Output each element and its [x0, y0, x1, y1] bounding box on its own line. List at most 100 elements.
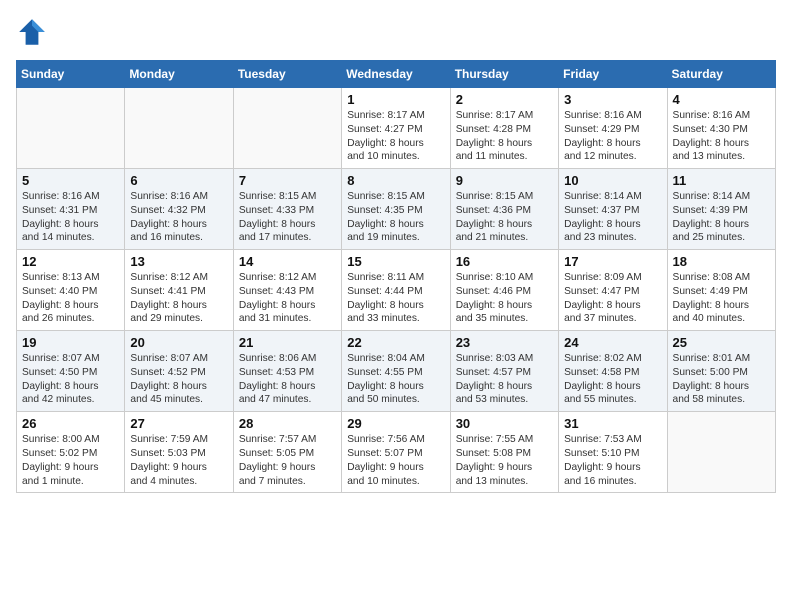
day-detail: Sunrise: 8:16 AM Sunset: 4:31 PM Dayligh… [22, 190, 119, 245]
day-detail: Sunrise: 8:17 AM Sunset: 4:28 PM Dayligh… [456, 109, 553, 164]
day-number: 4 [673, 92, 770, 107]
day-number: 5 [22, 173, 119, 188]
calendar-cell: 30Sunrise: 7:55 AM Sunset: 5:08 PM Dayli… [450, 412, 558, 493]
day-number: 28 [239, 416, 336, 431]
calendar-cell: 26 Sunrise: 8:00 AM Sunset: 5:02 PM Dayli… [17, 412, 125, 493]
calendar-cell: 8 Sunrise: 8:15 AM Sunset: 4:35 PM Daylig… [342, 169, 450, 250]
calendar-week-3: 12Sunrise: 8:13 AM Sunset: 4:40 PM Dayli… [17, 250, 776, 331]
calendar-cell: 19 Sunrise: 8:07 AM Sunset: 4:50 PM Dayli… [17, 331, 125, 412]
calendar-cell: 29 Sunrise: 7:56 AM Sunset: 5:07 PM Dayli… [342, 412, 450, 493]
day-detail: Sunrise: 8:15 AM Sunset: 4:35 PM Dayligh… [347, 190, 444, 245]
day-number: 22 [347, 335, 444, 350]
day-number: 25 [673, 335, 770, 350]
day-number: 19 [22, 335, 119, 350]
logo-icon [16, 16, 48, 48]
calendar-cell: 15Sunrise: 8:11 AM Sunset: 4:44 PM Dayli… [342, 250, 450, 331]
day-number: 6 [130, 173, 227, 188]
calendar-cell: 6 Sunrise: 8:16 AM Sunset: 4:32 PM Daylig… [125, 169, 233, 250]
page-header [16, 16, 776, 48]
day-number: 1 [347, 92, 444, 107]
day-detail: Sunrise: 8:06 AM Sunset: 4:53 PM Dayligh… [239, 352, 336, 407]
calendar-cell: 5 Sunrise: 8:16 AM Sunset: 4:31 PM Daylig… [17, 169, 125, 250]
weekday-header-thursday: Thursday [450, 61, 558, 88]
day-detail: Sunrise: 8:02 AM Sunset: 4:58 PM Dayligh… [564, 352, 661, 407]
day-number: 14 [239, 254, 336, 269]
day-number: 17 [564, 254, 661, 269]
day-detail: Sunrise: 8:12 AM Sunset: 4:43 PM Dayligh… [239, 271, 336, 326]
day-detail: Sunrise: 8:13 AM Sunset: 4:40 PM Dayligh… [22, 271, 119, 326]
day-number: 21 [239, 335, 336, 350]
day-detail: Sunrise: 8:00 AM Sunset: 5:02 PM Dayligh… [22, 433, 119, 488]
day-detail: Sunrise: 8:16 AM Sunset: 4:32 PM Dayligh… [130, 190, 227, 245]
calendar-cell: 12Sunrise: 8:13 AM Sunset: 4:40 PM Dayli… [17, 250, 125, 331]
day-detail: Sunrise: 7:55 AM Sunset: 5:08 PM Dayligh… [456, 433, 553, 488]
calendar-cell: 11 Sunrise: 8:14 AM Sunset: 4:39 PM Dayli… [667, 169, 775, 250]
calendar-week-1: 1Sunrise: 8:17 AM Sunset: 4:27 PM Daylig… [17, 88, 776, 169]
day-detail: Sunrise: 8:14 AM Sunset: 4:39 PM Dayligh… [673, 190, 770, 245]
weekday-header-tuesday: Tuesday [233, 61, 341, 88]
calendar-table: SundayMondayTuesdayWednesdayThursdayFrid… [16, 60, 776, 493]
day-detail: Sunrise: 8:09 AM Sunset: 4:47 PM Dayligh… [564, 271, 661, 326]
weekday-header-saturday: Saturday [667, 61, 775, 88]
calendar-cell: 10 Sunrise: 8:14 AM Sunset: 4:37 PM Dayli… [559, 169, 667, 250]
logo [16, 16, 52, 48]
calendar-cell: 23Sunrise: 8:03 AM Sunset: 4:57 PM Dayli… [450, 331, 558, 412]
calendar-cell: 9 Sunrise: 8:15 AM Sunset: 4:36 PM Daylig… [450, 169, 558, 250]
day-detail: Sunrise: 7:53 AM Sunset: 5:10 PM Dayligh… [564, 433, 661, 488]
weekday-header-wednesday: Wednesday [342, 61, 450, 88]
calendar-cell: 2 Sunrise: 8:17 AM Sunset: 4:28 PM Daylig… [450, 88, 558, 169]
day-number: 26 [22, 416, 119, 431]
calendar-cell: 17 Sunrise: 8:09 AM Sunset: 4:47 PM Dayli… [559, 250, 667, 331]
day-number: 13 [130, 254, 227, 269]
day-detail: Sunrise: 7:57 AM Sunset: 5:05 PM Dayligh… [239, 433, 336, 488]
calendar-cell: 16 Sunrise: 8:10 AM Sunset: 4:46 PM Dayli… [450, 250, 558, 331]
day-detail: Sunrise: 8:12 AM Sunset: 4:41 PM Dayligh… [130, 271, 227, 326]
day-detail: Sunrise: 8:15 AM Sunset: 4:36 PM Dayligh… [456, 190, 553, 245]
calendar-week-2: 5 Sunrise: 8:16 AM Sunset: 4:31 PM Daylig… [17, 169, 776, 250]
day-number: 8 [347, 173, 444, 188]
calendar-cell [125, 88, 233, 169]
day-number: 16 [456, 254, 553, 269]
day-detail: Sunrise: 8:07 AM Sunset: 4:50 PM Dayligh… [22, 352, 119, 407]
calendar-cell [233, 88, 341, 169]
day-number: 3 [564, 92, 661, 107]
day-detail: Sunrise: 8:10 AM Sunset: 4:46 PM Dayligh… [456, 271, 553, 326]
calendar-cell: 7 Sunrise: 8:15 AM Sunset: 4:33 PM Daylig… [233, 169, 341, 250]
day-number: 9 [456, 173, 553, 188]
day-number: 10 [564, 173, 661, 188]
day-detail: Sunrise: 8:15 AM Sunset: 4:33 PM Dayligh… [239, 190, 336, 245]
day-detail: Sunrise: 7:56 AM Sunset: 5:07 PM Dayligh… [347, 433, 444, 488]
day-detail: Sunrise: 8:04 AM Sunset: 4:55 PM Dayligh… [347, 352, 444, 407]
calendar-week-5: 26 Sunrise: 8:00 AM Sunset: 5:02 PM Dayli… [17, 412, 776, 493]
calendar-cell: 4Sunrise: 8:16 AM Sunset: 4:30 PM Daylig… [667, 88, 775, 169]
calendar-cell: 24 Sunrise: 8:02 AM Sunset: 4:58 PM Dayli… [559, 331, 667, 412]
day-detail: Sunrise: 7:59 AM Sunset: 5:03 PM Dayligh… [130, 433, 227, 488]
day-number: 15 [347, 254, 444, 269]
weekday-header-sunday: Sunday [17, 61, 125, 88]
calendar-cell: 20Sunrise: 8:07 AM Sunset: 4:52 PM Dayli… [125, 331, 233, 412]
day-detail: Sunrise: 8:08 AM Sunset: 4:49 PM Dayligh… [673, 271, 770, 326]
calendar-cell: 22 Sunrise: 8:04 AM Sunset: 4:55 PM Dayli… [342, 331, 450, 412]
day-number: 29 [347, 416, 444, 431]
day-number: 20 [130, 335, 227, 350]
weekday-header-monday: Monday [125, 61, 233, 88]
day-detail: Sunrise: 8:01 AM Sunset: 5:00 PM Dayligh… [673, 352, 770, 407]
day-number: 24 [564, 335, 661, 350]
calendar-cell: 28 Sunrise: 7:57 AM Sunset: 5:05 PM Dayli… [233, 412, 341, 493]
calendar-cell: 21 Sunrise: 8:06 AM Sunset: 4:53 PM Dayli… [233, 331, 341, 412]
calendar-cell: 13 Sunrise: 8:12 AM Sunset: 4:41 PM Dayli… [125, 250, 233, 331]
calendar-cell: 3Sunrise: 8:16 AM Sunset: 4:29 PM Daylig… [559, 88, 667, 169]
day-number: 11 [673, 173, 770, 188]
calendar-cell: 14 Sunrise: 8:12 AM Sunset: 4:43 PM Dayli… [233, 250, 341, 331]
calendar-cell: 25 Sunrise: 8:01 AM Sunset: 5:00 PM Dayli… [667, 331, 775, 412]
day-number: 2 [456, 92, 553, 107]
day-detail: Sunrise: 8:14 AM Sunset: 4:37 PM Dayligh… [564, 190, 661, 245]
calendar-cell: 31Sunrise: 7:53 AM Sunset: 5:10 PM Dayli… [559, 412, 667, 493]
calendar-cell: 18Sunrise: 8:08 AM Sunset: 4:49 PM Dayli… [667, 250, 775, 331]
day-number: 27 [130, 416, 227, 431]
calendar-cell: 1Sunrise: 8:17 AM Sunset: 4:27 PM Daylig… [342, 88, 450, 169]
weekday-header-friday: Friday [559, 61, 667, 88]
day-number: 7 [239, 173, 336, 188]
calendar-cell: 27 Sunrise: 7:59 AM Sunset: 5:03 PM Dayli… [125, 412, 233, 493]
calendar-week-4: 19 Sunrise: 8:07 AM Sunset: 4:50 PM Dayli… [17, 331, 776, 412]
